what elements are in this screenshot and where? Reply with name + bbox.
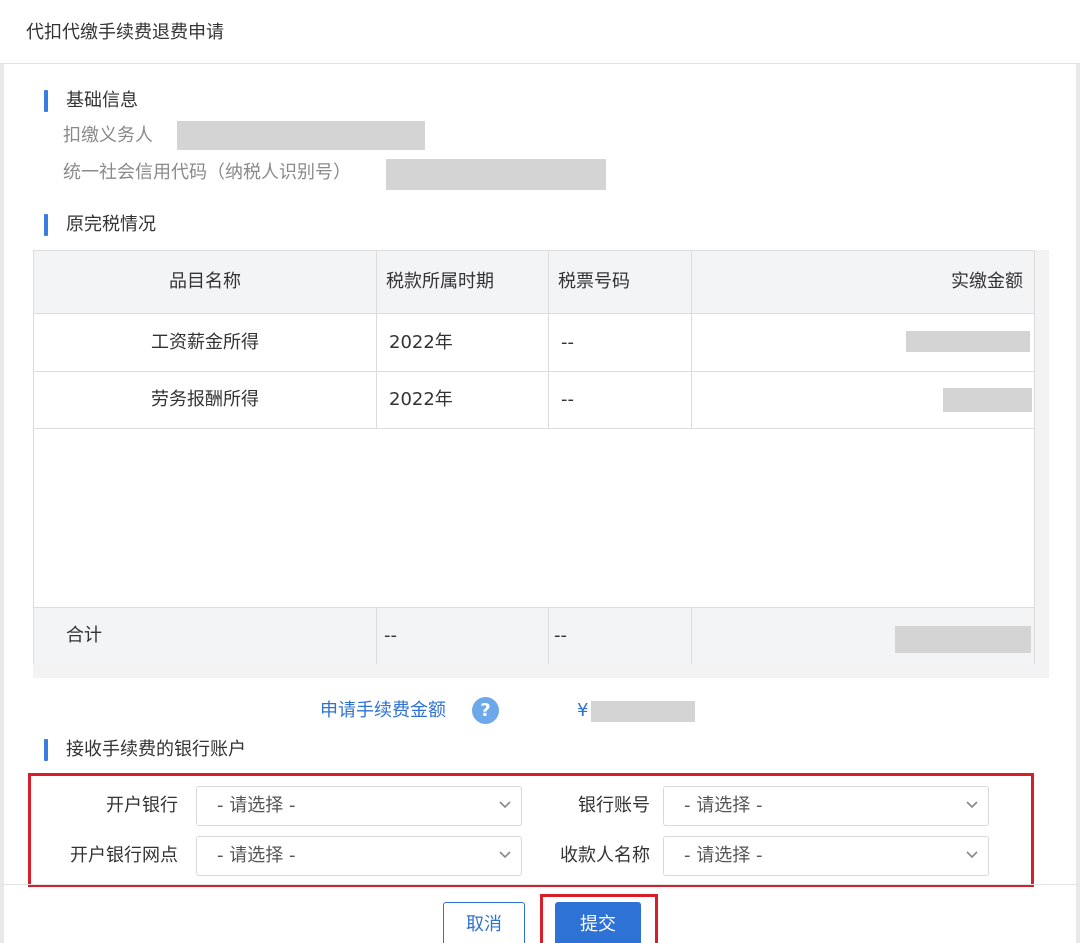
chevron-down-icon [966, 851, 978, 859]
total-amount-redacted [895, 626, 1031, 653]
cell-period: 2022年 [389, 332, 453, 353]
cancel-button[interactable]: 取消 [443, 902, 525, 943]
bank-select-value: - 请选择 - [217, 795, 296, 816]
section-basic-info: 基础信息 [44, 89, 138, 113]
column-header-amount: 实缴金额 [951, 271, 1023, 292]
section-title: 原完税情况 [66, 214, 156, 235]
payee-select[interactable]: - 请选择 - [663, 836, 989, 876]
section-title: 接收手续费的银行账户 [66, 739, 246, 760]
total-label: 合计 [66, 625, 102, 646]
dialog-right-edge [1076, 64, 1080, 943]
section-bar [44, 90, 48, 112]
dialog-left-edge [0, 64, 4, 943]
chevron-down-icon [499, 801, 511, 809]
payee-label: 收款人名称 [560, 845, 650, 866]
branch-select-value: - 请选择 - [217, 845, 296, 866]
payee-select-value: - 请选择 - [684, 845, 763, 866]
cell-amount-redacted [943, 388, 1032, 412]
tax-table-scroll-area: 品目名称 税款所属时期 税票号码 实缴金额 工资薪金所得 2022年 -- 劳务… [33, 250, 1049, 678]
refund-dialog: 代扣代缴手续费退费申请 基础信息 扣缴义务人 统一社会信用代码（纳税人识别号） … [0, 0, 1080, 943]
cell-ticket: -- [561, 332, 574, 353]
column-divider [548, 251, 549, 429]
column-divider [691, 608, 692, 664]
withholder-value-redacted [177, 121, 425, 150]
account-label: 银行账号 [578, 795, 650, 816]
column-divider [691, 251, 692, 429]
bank-label: 开户银行 [106, 795, 178, 816]
column-header-item: 品目名称 [169, 271, 241, 292]
credit-code-value-redacted [386, 159, 606, 190]
cell-ticket: -- [561, 389, 574, 410]
row-divider [34, 428, 1034, 429]
column-divider [548, 608, 549, 664]
bank-select[interactable]: - 请选择 - [196, 786, 522, 826]
total-ticket: -- [554, 625, 567, 646]
section-bank-account: 接收手续费的银行账户 [44, 738, 246, 762]
dialog-title: 代扣代缴手续费退费申请 [0, 0, 1080, 64]
cell-item: 劳务报酬所得 [151, 389, 259, 410]
account-select[interactable]: - 请选择 - [663, 786, 989, 826]
section-bar [44, 214, 48, 236]
withholder-label: 扣缴义务人 [63, 125, 153, 146]
fee-amount-redacted [591, 701, 695, 722]
fee-amount-label: 申请手续费金额 [320, 700, 446, 721]
table-total-row: 合计 -- -- [34, 607, 1034, 664]
section-title: 基础信息 [66, 90, 138, 111]
branch-label: 开户银行网点 [70, 845, 178, 866]
currency-symbol: ¥ [577, 700, 589, 721]
column-divider [376, 608, 377, 664]
credit-code-label: 统一社会信用代码（纳税人识别号） [63, 162, 351, 183]
branch-select[interactable]: - 请选择 - [196, 836, 522, 876]
tax-table: 品目名称 税款所属时期 税票号码 实缴金额 工资薪金所得 2022年 -- 劳务… [33, 250, 1035, 664]
footer-divider [0, 884, 1080, 885]
chevron-down-icon [499, 851, 511, 859]
submit-button[interactable]: 提交 [555, 902, 641, 943]
section-original-tax: 原完税情况 [44, 213, 156, 237]
column-divider [376, 251, 377, 429]
question-icon[interactable]: ? [472, 697, 499, 724]
cell-amount-redacted [906, 331, 1030, 352]
section-bar [44, 739, 48, 761]
column-header-ticket: 税票号码 [558, 271, 630, 292]
chevron-down-icon [966, 801, 978, 809]
cell-period: 2022年 [389, 389, 453, 410]
account-select-value: - 请选择 - [684, 795, 763, 816]
table-header: 品目名称 税款所属时期 税票号码 实缴金额 [34, 251, 1034, 314]
column-header-period: 税款所属时期 [386, 271, 494, 292]
cell-item: 工资薪金所得 [151, 332, 259, 353]
total-period: -- [384, 625, 397, 646]
